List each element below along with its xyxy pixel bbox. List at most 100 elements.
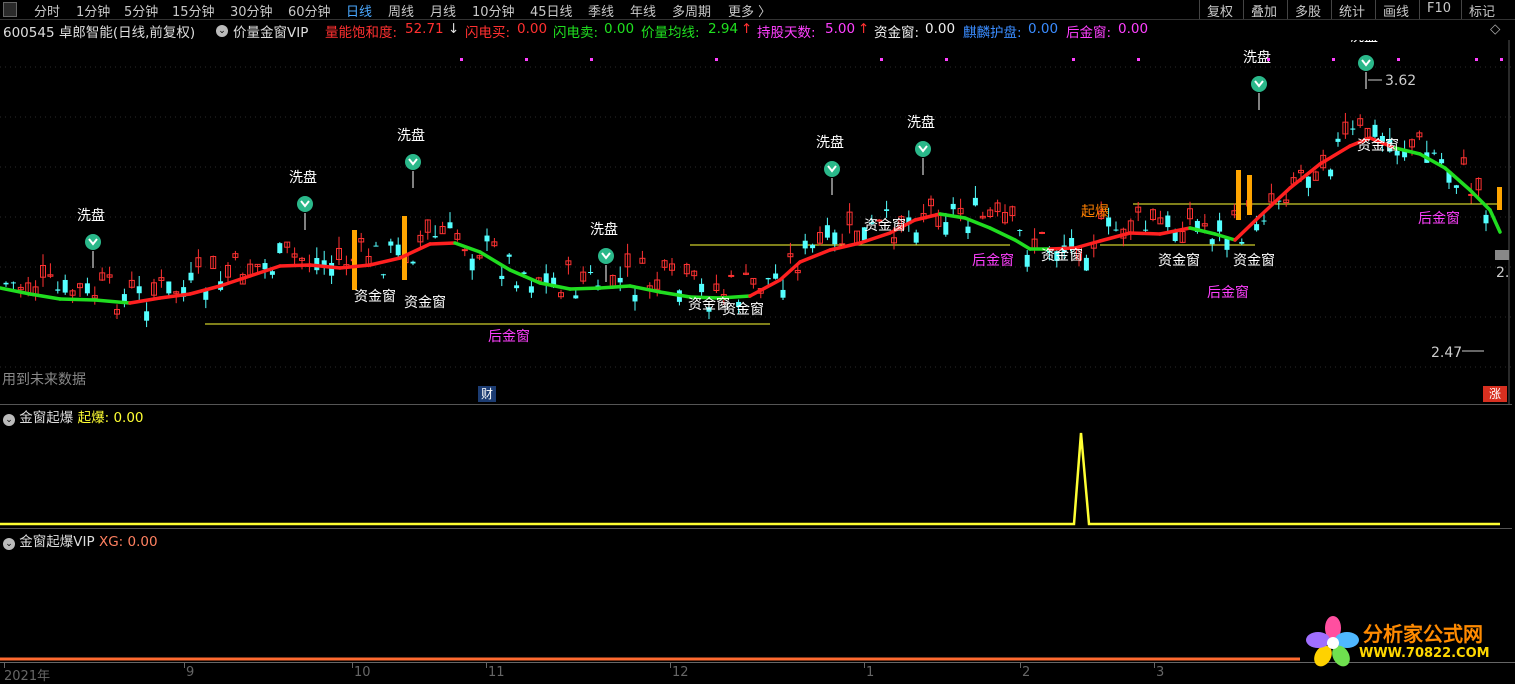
candle-body: [965, 226, 971, 234]
top-dot-marker: [1137, 58, 1140, 61]
candle-body: [1261, 220, 1267, 222]
period-5min[interactable]: 5分钟: [124, 1, 158, 20]
wash-circle-icon: [598, 248, 614, 264]
candlestick-chart[interactable]: 洗盘洗盘洗盘洗盘洗盘洗盘洗盘洗盘资金窗资金窗资金窗资金窗资金窗资金窗资金窗资金窗…: [0, 40, 1515, 405]
draw-line-button[interactable]: 画线: [1375, 0, 1416, 20]
qilin-value: 0.00: [1028, 21, 1059, 37]
time-label: 3: [1156, 665, 1165, 680]
qilin-label: 麒麟护盘:: [963, 25, 1022, 41]
top-dot-marker: [590, 58, 593, 61]
after-window-value: 0.00: [1118, 21, 1149, 37]
candle-body: [188, 272, 194, 281]
average-line-segment: [938, 212, 967, 220]
top-dot-markers: [460, 58, 1503, 61]
signal-annotations: 洗盘洗盘洗盘洗盘洗盘洗盘洗盘洗盘资金窗资金窗资金窗资金窗资金窗资金窗资金窗资金窗…: [77, 40, 1509, 361]
candle-body: [329, 262, 335, 276]
period-year[interactable]: 年线: [630, 1, 656, 20]
period-multi[interactable]: 多周期: [672, 1, 711, 20]
right-value-label: 2.: [1496, 265, 1509, 281]
wash-label: 洗盘: [816, 134, 844, 151]
wash-label: 洗盘: [590, 221, 618, 238]
period-15min[interactable]: 15分钟: [172, 1, 215, 20]
period-weekly[interactable]: 周线: [388, 1, 414, 20]
fund-window-label: 资金窗: [1041, 247, 1083, 264]
candle-body: [632, 294, 638, 302]
wash-label: 洗盘: [289, 169, 317, 186]
candle-body: [469, 258, 475, 271]
candle-body: [1113, 229, 1119, 231]
candle-body: [1209, 239, 1215, 245]
multi-stock-button[interactable]: 多股: [1287, 0, 1328, 20]
low-value-label: 2.47: [1431, 345, 1462, 361]
time-label: 2: [1022, 665, 1031, 680]
wash-circle-icon: [915, 141, 931, 157]
rise-badge[interactable]: 涨: [1483, 386, 1507, 402]
average-line-segment: [988, 226, 1017, 242]
top-dot-marker: [880, 58, 883, 61]
candle-body: [432, 236, 438, 238]
after-window-label: 后金窗: [1207, 284, 1249, 301]
candle-body: [824, 225, 830, 238]
overlay-button[interactable]: 叠加: [1243, 0, 1284, 20]
average-line-segment: [1128, 231, 1162, 236]
period-30min[interactable]: 30分钟: [230, 1, 273, 20]
price-marker: [1495, 250, 1509, 260]
period-10min[interactable]: 10分钟: [472, 1, 515, 20]
average-line-segment: [598, 284, 632, 290]
candle-body: [1069, 237, 1075, 248]
period-monthly[interactable]: 月线: [430, 1, 456, 20]
fund-window-label: 资金窗: [1357, 137, 1399, 154]
candle-body: [1217, 220, 1223, 232]
diamond-icon[interactable]: ◇: [1490, 21, 1500, 37]
candle-body: [499, 275, 505, 279]
mark-button[interactable]: 标记: [1461, 0, 1502, 20]
finance-badge[interactable]: 财: [478, 386, 496, 402]
saturation-label: 量能饱和度:: [325, 25, 398, 41]
top-dot-marker: [1397, 58, 1400, 61]
period-daily[interactable]: 日线: [346, 1, 372, 20]
indicator-info-bar: 600545 卓郎智能(日线,前复权) ⌄ 价量金窗VIP 量能饱和度: 52.…: [0, 20, 1515, 41]
candle-body: [1431, 152, 1437, 154]
indicator-toggle-icon[interactable]: ⌄: [216, 21, 228, 37]
high-value-label: 3.62: [1385, 73, 1416, 89]
statistics-button[interactable]: 统计: [1331, 0, 1372, 20]
period-quarter[interactable]: 季线: [588, 1, 614, 20]
period-45day[interactable]: 45日线: [530, 1, 573, 20]
candle-body: [810, 244, 816, 249]
flash-sell-value: 0.00: [604, 21, 635, 37]
f10-button[interactable]: F10: [1419, 0, 1458, 19]
indicator-name[interactable]: 价量金窗VIP: [233, 21, 308, 41]
period-60min[interactable]: 60分钟: [288, 1, 331, 20]
candle-body: [765, 278, 771, 280]
avg-line-value: 2.94: [708, 21, 739, 37]
window-menu-icon[interactable]: [3, 2, 17, 17]
average-line-segment: [58, 297, 97, 302]
sub1-chart[interactable]: [0, 405, 1515, 529]
wash-circle-icon: [824, 161, 840, 177]
saturation-value: 52.71: [405, 21, 444, 37]
period-1min[interactable]: 1分钟: [76, 1, 110, 20]
candle-body: [410, 261, 416, 264]
time-label: 9: [186, 665, 195, 680]
top-dot-marker: [715, 58, 718, 61]
candle-body: [1439, 159, 1445, 164]
time-label: 11: [488, 665, 505, 680]
future-data-note: 用到未来数据: [2, 372, 86, 388]
period-more[interactable]: 更多 〉: [728, 1, 771, 20]
top-dot-marker: [525, 58, 528, 61]
candle-body: [380, 274, 386, 276]
period-fenshi[interactable]: 分时: [34, 1, 60, 20]
candle-body: [832, 232, 838, 245]
candle-body: [588, 272, 594, 274]
wash-circle-icon: [297, 196, 313, 212]
candle-body: [84, 283, 90, 294]
fund-window-bar: [402, 216, 407, 280]
restore-rights-button[interactable]: 复权: [1199, 0, 1240, 20]
candle-body: [262, 263, 268, 270]
sub2-chart[interactable]: [0, 529, 1515, 662]
top-dot-marker: [460, 58, 463, 61]
watermark-title: 分析家公式网: [1363, 622, 1483, 646]
candle-body: [1372, 124, 1378, 137]
candle-body: [1024, 254, 1030, 267]
candle-body: [1328, 169, 1334, 177]
